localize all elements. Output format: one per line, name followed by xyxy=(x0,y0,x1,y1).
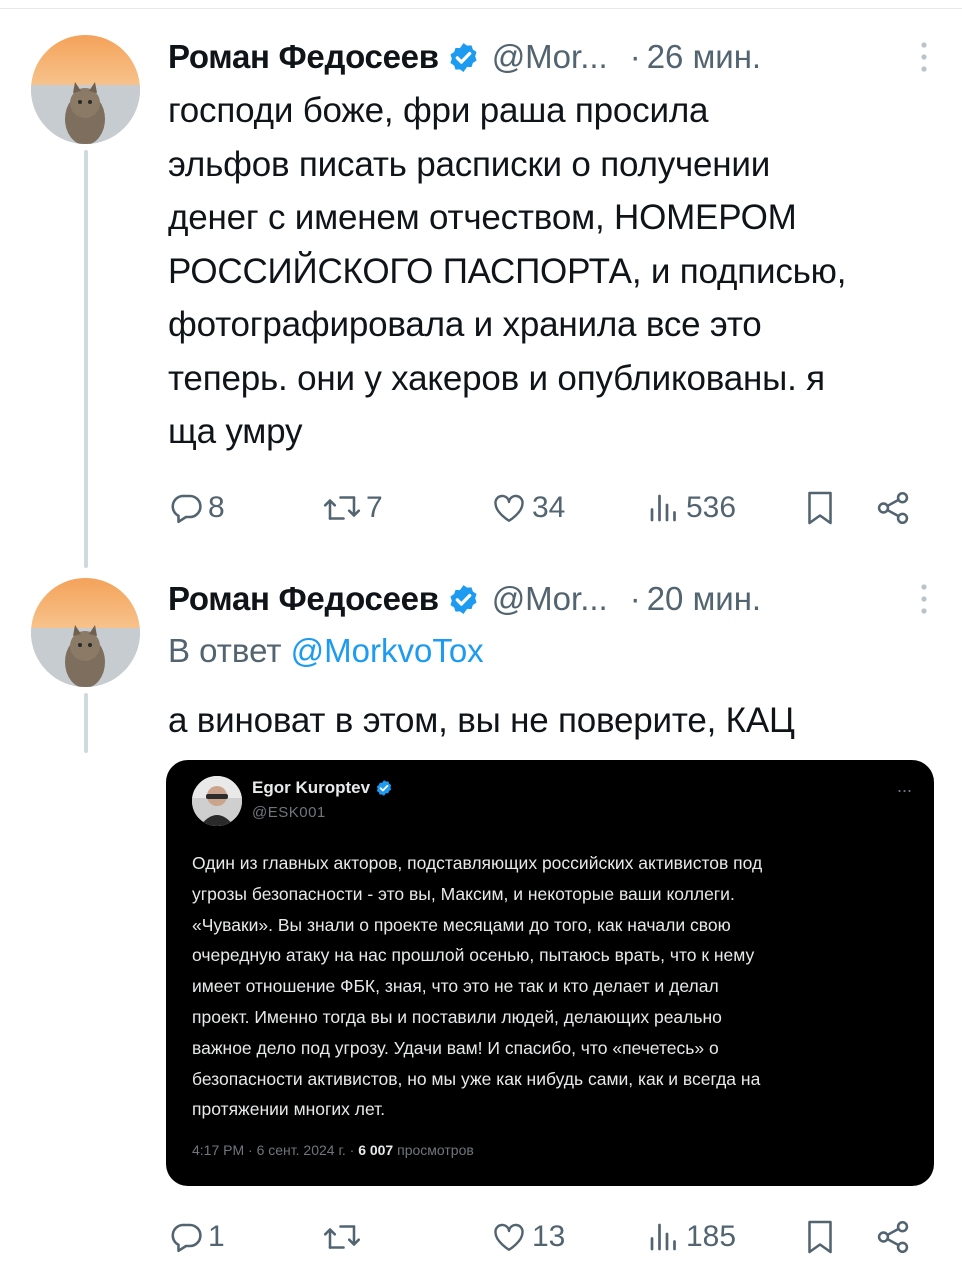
top-divider xyxy=(0,8,962,9)
retweet-icon xyxy=(323,1225,361,1249)
bookmark-icon xyxy=(808,491,832,525)
verified-icon xyxy=(376,780,392,796)
like-button[interactable]: 13 xyxy=(490,1212,565,1262)
bookmark-button[interactable] xyxy=(802,1212,838,1262)
quoted-avatar[interactable] xyxy=(192,776,242,826)
bookmark-icon xyxy=(808,1220,832,1254)
views-icon xyxy=(650,494,676,522)
views-button[interactable]: 536 xyxy=(646,483,736,533)
tweet-header: Роман Федосеев @Mor... · 26 мин. xyxy=(168,34,938,80)
tweet-header: Роман Федосеев @Mor... · 20 мин. xyxy=(168,576,938,622)
reply-context: В ответ @MorkvoTox xyxy=(168,632,484,670)
more-icon[interactable] xyxy=(918,582,930,616)
timestamp[interactable]: 20 мин. xyxy=(647,580,761,618)
reply-button[interactable]: 1 xyxy=(168,1212,225,1262)
share-button[interactable] xyxy=(874,1212,912,1262)
thread-connector xyxy=(84,150,88,568)
reply-icon xyxy=(171,1223,202,1253)
reply-count: 1 xyxy=(208,1220,225,1253)
more-icon[interactable] xyxy=(918,40,930,74)
quoted-views-count: 6 007 xyxy=(358,1142,394,1158)
views-count: 185 xyxy=(686,1220,737,1253)
reply-mention-link[interactable]: @MorkvoTox xyxy=(291,632,484,669)
share-button[interactable] xyxy=(874,483,912,533)
bookmark-button[interactable] xyxy=(802,483,838,533)
quoted-author-name[interactable]: Egor Kuroptev xyxy=(252,778,393,798)
reply-count: 8 xyxy=(208,491,225,524)
quoted-author-handle[interactable]: @ESK001 xyxy=(252,804,326,821)
tweet-actions: 8 7 34 536 xyxy=(168,483,928,533)
separator-dot: · xyxy=(629,580,641,617)
tweet-text: господи боже, фри раша просила эльфов пи… xyxy=(168,91,847,451)
timestamp[interactable]: 26 мин. xyxy=(647,38,761,76)
quoted-tweet[interactable]: Egor Kuroptev @ESK001 ... Один из главны… xyxy=(166,760,934,1186)
quoted-meta: 4:17 PM · 6 сент. 2024 г. · 6 007 просмо… xyxy=(192,1142,474,1158)
quoted-author-label: Egor Kuroptev xyxy=(252,778,371,797)
more-icon[interactable]: ... xyxy=(897,776,912,797)
avatar[interactable] xyxy=(31,578,140,687)
retweet-count: 7 xyxy=(366,491,383,524)
like-count: 34 xyxy=(532,491,566,524)
retweet-icon xyxy=(323,496,361,520)
share-icon xyxy=(877,492,909,524)
tweet-actions: 1 13 185 xyxy=(168,1212,928,1262)
retweet-button[interactable] xyxy=(322,1212,366,1262)
views-button[interactable]: 185 xyxy=(646,1212,736,1262)
share-icon xyxy=(877,1221,909,1253)
quoted-views-label: просмотров xyxy=(397,1142,474,1158)
reply-icon xyxy=(171,494,202,524)
views-count: 536 xyxy=(686,491,737,524)
author-name[interactable]: Роман Федосеев xyxy=(168,580,439,618)
tweet-text: а виноват в этом, вы не поверите, КАЦ xyxy=(168,701,795,740)
thread-connector xyxy=(84,693,88,753)
reply-prefix: В ответ xyxy=(168,632,282,669)
verified-icon xyxy=(450,42,477,72)
reply-button[interactable]: 8 xyxy=(168,483,225,533)
like-button[interactable]: 34 xyxy=(490,483,565,533)
like-icon xyxy=(494,1223,524,1251)
avatar[interactable] xyxy=(31,35,140,144)
views-icon xyxy=(650,1223,676,1251)
quoted-tweet-text: Один из главных акторов, подставляющих р… xyxy=(192,853,763,1120)
author-handle[interactable]: @Mor... xyxy=(492,580,608,618)
like-count: 13 xyxy=(532,1220,566,1253)
retweet-button[interactable]: 7 xyxy=(322,483,383,533)
quoted-timestamp: 4:17 PM · 6 сент. 2024 г. · xyxy=(192,1142,355,1158)
author-name[interactable]: Роман Федосеев xyxy=(168,38,439,76)
like-icon xyxy=(494,494,524,522)
separator-dot: · xyxy=(629,38,641,75)
author-handle[interactable]: @Mor... xyxy=(492,38,608,76)
verified-icon xyxy=(450,584,477,614)
